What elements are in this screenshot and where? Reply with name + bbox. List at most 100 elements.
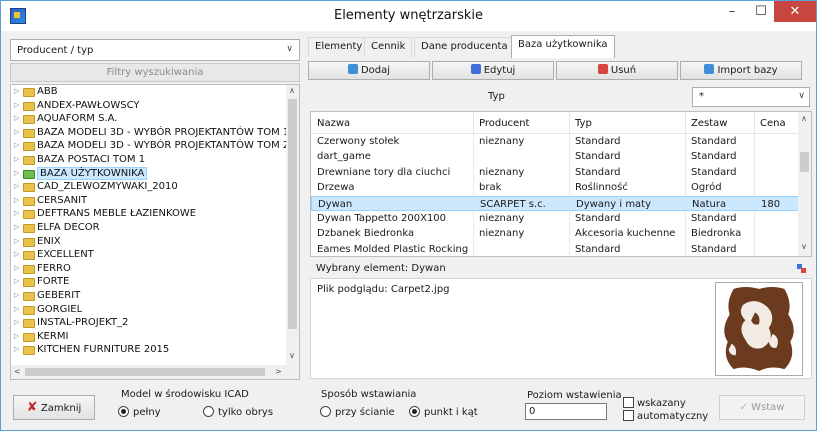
tree-item[interactable]: ▷ BAZA MODELI 3D - WYBÓR PROJEKTANTÓW TOM… <box>11 126 287 140</box>
expand-arrow-icon[interactable]: ▷ <box>14 126 19 140</box>
radio-point-angle[interactable]: punkt i kąt <box>409 406 478 418</box>
table-vscroll-thumb[interactable] <box>800 152 809 172</box>
tree-item[interactable]: ▷ ENIX <box>11 235 287 249</box>
remove-button[interactable]: Usuń <box>556 61 678 80</box>
scroll-left-icon[interactable]: < <box>14 367 21 376</box>
expand-arrow-icon[interactable]: ▷ <box>14 289 19 303</box>
table-row[interactable]: Dywan SCARPET s.c. Dywany i maty Natura 180 <box>311 195 799 211</box>
expand-arrow-icon[interactable]: ▷ <box>14 221 19 235</box>
tree-item[interactable]: ▷ FERRO <box>11 262 287 276</box>
expand-arrow-icon[interactable]: ▷ <box>14 153 19 167</box>
tree-item[interactable]: ▷ BAZA POSTACI TOM 1 <box>11 153 287 167</box>
checkbox-indicator <box>623 410 634 421</box>
expand-arrow-icon[interactable]: ▷ <box>14 112 19 126</box>
tab-price-list[interactable]: Cennik <box>364 37 413 57</box>
scroll-right-icon[interactable]: > <box>275 367 282 376</box>
check-icon: ✓ <box>739 402 748 413</box>
tree-item[interactable]: ▷ BAZA MODELI 3D - WYBÓR PROJEKTANTÓW TOM… <box>11 139 287 153</box>
expand-arrow-icon[interactable]: ▷ <box>14 167 19 181</box>
tree-vertical-scrollbar[interactable]: ∧ ∨ <box>286 85 299 365</box>
tree-item[interactable]: ▷ GORGIEL <box>11 303 287 317</box>
scroll-down-icon[interactable]: ∨ <box>801 242 807 251</box>
minimize-button[interactable]: – <box>718 1 746 22</box>
type-filter-select[interactable]: * ∨ <box>692 87 810 107</box>
tree-item[interactable]: ▷ FORTE <box>11 275 287 289</box>
table-vertical-scrollbar[interactable]: ∧ ∨ <box>798 112 811 256</box>
tab-bar: Elementy Cennik Dane producenta Baza uży… <box>308 34 808 58</box>
tree-item[interactable]: ▷ DEFTRANS MEBLE ŁAZIENKOWE <box>11 207 287 221</box>
folder-icon <box>23 88 35 97</box>
folder-icon <box>23 319 35 329</box>
import-database-button[interactable]: Import bazy <box>680 61 802 80</box>
tree-item[interactable]: ▷ CAD_ZLEWOZMYWAKI_2010 <box>11 180 287 194</box>
table-row[interactable]: Dywan Tappetto 200X100 nieznany Standard St… <box>311 211 799 226</box>
tree-vscroll-thumb[interactable] <box>288 99 297 329</box>
close-button[interactable]: ✘ Zamknij <box>13 395 95 420</box>
insert-level-input[interactable]: 0 <box>525 403 607 420</box>
tree-item[interactable]: ▷ ANDEX-PAWŁOWSCY <box>11 99 287 113</box>
expand-arrow-icon[interactable]: ▷ <box>14 343 19 357</box>
add-button[interactable]: Dodaj <box>308 61 430 80</box>
expand-arrow-icon[interactable]: ▷ <box>14 262 19 276</box>
tree-item[interactable]: ▷ EXCELLENT <box>11 248 287 262</box>
tree-item[interactable]: ▷ AQUAFORM S.A. <box>11 112 287 126</box>
maximize-button[interactable]: ☐ <box>747 1 775 22</box>
tree-item-label: BAZA MODELI 3D - WYBÓR PROJEKTANTÓW TOM … <box>37 126 287 138</box>
tree-item[interactable]: ▷ CERSANIT <box>11 194 287 208</box>
expand-arrow-icon[interactable]: ▷ <box>14 316 19 330</box>
edit-button[interactable]: Edytuj <box>432 61 554 80</box>
cell-set: Ogród <box>691 182 722 194</box>
search-filters-button[interactable]: Filtry wyszukiwania <box>10 63 300 82</box>
producer-type-select[interactable]: Producent / typ ∨ <box>10 39 300 61</box>
tab-producer-data[interactable]: Dane producenta <box>414 37 515 57</box>
cell-name: Eames Molded Plastic Rocking C... <box>317 243 471 255</box>
tree-item[interactable]: ▷ ELFA DECOR <box>11 221 287 235</box>
tree-horizontal-scrollbar[interactable]: < > <box>11 365 299 379</box>
table-row[interactable]: Dzbanek Biedronka nieznany Akcesoria kuche… <box>311 226 799 241</box>
tree-item[interactable]: ▷ GEBERIT <box>11 289 287 303</box>
expand-arrow-icon[interactable]: ▷ <box>14 139 19 153</box>
close-button-label: Zamknij <box>40 403 82 414</box>
expand-arrow-icon[interactable]: ▷ <box>14 194 19 208</box>
expand-arrow-icon[interactable]: ▷ <box>14 275 19 289</box>
tab-user-database[interactable]: Baza użytkownika <box>511 35 615 58</box>
tree-item[interactable]: ▷ INSTAL-PROJEKT_2 <box>11 316 287 330</box>
settings-icon[interactable] <box>797 264 806 273</box>
table-row[interactable]: dart_game Standard Standard <box>311 149 799 164</box>
expand-arrow-icon[interactable]: ▷ <box>14 303 19 317</box>
column-header-price[interactable]: Cena <box>760 118 786 129</box>
table-row[interactable]: Drewniane tory dla ciuchci nieznany Standa… <box>311 165 799 180</box>
tab-elements[interactable]: Elementy <box>308 37 370 57</box>
cell-name: Czerwony stołek <box>317 136 400 147</box>
table-row[interactable]: Czerwony stołek nieznany Standard Standard <box>311 134 799 149</box>
column-header-type[interactable]: Typ <box>575 118 592 129</box>
column-header-set[interactable]: Zestaw <box>691 118 727 129</box>
table-row[interactable]: Drzewa brak Roślinność Ogród <box>311 180 799 195</box>
checkbox-automatic[interactable]: automatyczny <box>623 410 708 422</box>
scroll-up-icon[interactable]: ∧ <box>801 114 807 123</box>
radio-model-full[interactable]: pełny <box>118 406 161 418</box>
expand-arrow-icon[interactable]: ▷ <box>14 248 19 262</box>
tree-hscroll-thumb[interactable] <box>25 368 265 376</box>
radio-at-wall[interactable]: przy ścianie <box>320 406 395 418</box>
scroll-up-icon[interactable]: ∧ <box>289 86 295 95</box>
expand-arrow-icon[interactable]: ▷ <box>14 235 19 249</box>
tree-item[interactable]: ▷ BAZA UŻYTKOWNIKA <box>11 166 287 181</box>
expand-arrow-icon[interactable]: ▷ <box>14 330 19 344</box>
table-row[interactable]: Eames Molded Plastic Rocking C... Standar… <box>311 242 799 256</box>
column-header-name[interactable]: Nazwa <box>317 118 350 129</box>
expand-arrow-icon[interactable]: ▷ <box>14 99 19 113</box>
tree-item[interactable]: ▷ KERMI <box>11 330 287 344</box>
tree-item[interactable]: ▷ KITCHEN FURNITURE 2015 <box>11 343 287 357</box>
cell-producer: nieznany <box>479 228 525 240</box>
insert-button[interactable]: ✓ Wstaw <box>719 395 805 420</box>
checkbox-indicated[interactable]: wskazany <box>623 397 686 409</box>
column-header-producer[interactable]: Producent <box>479 118 529 129</box>
tree-item[interactable]: ▷ ABB <box>11 85 287 99</box>
expand-arrow-icon[interactable]: ▷ <box>14 85 19 99</box>
expand-arrow-icon[interactable]: ▷ <box>14 180 19 194</box>
radio-model-outline[interactable]: tylko obrys <box>203 406 273 418</box>
scroll-down-icon[interactable]: ∨ <box>289 351 295 360</box>
expand-arrow-icon[interactable]: ▷ <box>14 207 19 221</box>
close-window-button[interactable]: ✕ <box>774 1 816 22</box>
